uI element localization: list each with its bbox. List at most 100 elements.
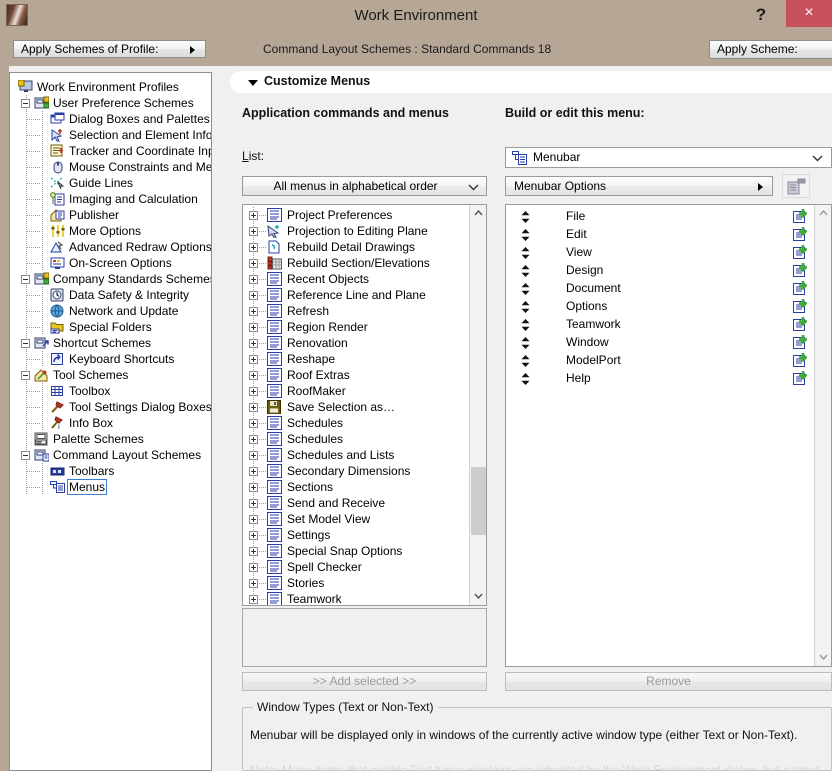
tree-item-advanced-redraw-options[interactable]: Advanced Redraw Options bbox=[10, 239, 211, 255]
menubar-options-button[interactable]: Menubar Options bbox=[505, 176, 773, 196]
menu-import-icon-wrap[interactable] bbox=[793, 369, 808, 385]
tree-item-keyboard-shortcuts[interactable]: Keyboard Shortcuts bbox=[10, 351, 211, 367]
scroll-up-icon[interactable] bbox=[470, 205, 486, 222]
tree-expand-icon[interactable] bbox=[249, 435, 258, 444]
tree-item-more-options[interactable]: More Options bbox=[10, 223, 211, 239]
close-button[interactable]: × bbox=[786, 0, 832, 27]
menu-import-icon-wrap[interactable] bbox=[793, 207, 808, 223]
menu-list-item[interactable]: Design bbox=[506, 261, 816, 279]
tree-expand-icon[interactable] bbox=[249, 211, 258, 220]
tree-item-network-and-update[interactable]: Network and Update bbox=[10, 303, 211, 319]
add-selected-button[interactable]: >> Add selected >> bbox=[242, 672, 487, 691]
tree-expand-icon[interactable] bbox=[249, 419, 258, 428]
menu-import-icon-wrap[interactable] bbox=[793, 261, 808, 277]
tree-expand-icon[interactable] bbox=[249, 499, 258, 508]
reorder-handle[interactable] bbox=[520, 336, 531, 349]
tree-expand-icon[interactable] bbox=[249, 483, 258, 492]
command-list-item[interactable]: Renovation bbox=[243, 335, 471, 351]
menu-import-icon-wrap[interactable] bbox=[793, 279, 808, 295]
tree-expand-icon[interactable] bbox=[249, 531, 258, 540]
command-list-item[interactable]: Recent Objects bbox=[243, 271, 471, 287]
command-list-item[interactable]: Projection to Editing Plane bbox=[243, 223, 471, 239]
apply-schemes-of-profile-button[interactable]: Apply Schemes of Profile: bbox=[13, 40, 206, 58]
tree-expand-icon[interactable] bbox=[249, 243, 258, 252]
tree-collapse-icon[interactable] bbox=[21, 339, 30, 348]
tree-expand-icon[interactable] bbox=[249, 451, 258, 460]
menu-import-icon-wrap[interactable] bbox=[793, 243, 808, 259]
command-list-item[interactable]: Spell Checker bbox=[243, 559, 471, 575]
reorder-handle[interactable] bbox=[520, 318, 531, 331]
tree-expand-icon[interactable] bbox=[249, 387, 258, 396]
command-list-item[interactable]: Reshape bbox=[243, 351, 471, 367]
tree-item-user-preference-schemes[interactable]: User Preference Schemes bbox=[10, 95, 211, 111]
tree-item-work-environment-profiles[interactable]: Work Environment Profiles bbox=[10, 79, 211, 95]
tree-item-guide-lines[interactable]: Guide Lines bbox=[10, 175, 211, 191]
command-list-item[interactable]: Send and Receive bbox=[243, 495, 471, 511]
reorder-handle[interactable] bbox=[520, 264, 531, 277]
command-list-item[interactable]: Rebuild Detail Drawings bbox=[243, 239, 471, 255]
tree-item-shortcut-schemes[interactable]: Shortcut Schemes bbox=[10, 335, 211, 351]
menu-list-item[interactable]: View bbox=[506, 243, 816, 261]
tree-item-toolbox[interactable]: Toolbox bbox=[10, 383, 211, 399]
tree-expand-icon[interactable] bbox=[249, 371, 258, 380]
tree-expand-icon[interactable] bbox=[249, 323, 258, 332]
tree-item-info-box[interactable]: i Info Box bbox=[10, 415, 211, 431]
reorder-handle[interactable] bbox=[520, 282, 531, 295]
tree-item-special-folders[interactable]: Special Folders bbox=[10, 319, 211, 335]
tree-item-publisher[interactable]: Publisher bbox=[10, 207, 211, 223]
help-button[interactable]: ? bbox=[746, 0, 776, 31]
command-list-item[interactable]: Settings bbox=[243, 527, 471, 543]
tree-expand-icon[interactable] bbox=[249, 467, 258, 476]
tree-item-tracker-and-coordinate-inpu[interactable]: Tracker and Coordinate Inpu bbox=[10, 143, 211, 159]
command-list-item[interactable]: Secondary Dimensions bbox=[243, 463, 471, 479]
reorder-handle[interactable] bbox=[520, 300, 531, 313]
command-list-item[interactable]: Stories bbox=[243, 575, 471, 591]
command-list-item[interactable]: Region Render bbox=[243, 319, 471, 335]
menu-list-item[interactable]: Edit bbox=[506, 225, 816, 243]
command-list-item[interactable]: Project Preferences bbox=[243, 207, 471, 223]
command-list-item[interactable]: Sections bbox=[243, 479, 471, 495]
scroll-thumb[interactable] bbox=[471, 467, 486, 535]
tree-expand-icon[interactable] bbox=[249, 515, 258, 524]
menu-list-item[interactable]: Help bbox=[506, 369, 816, 387]
menu-list-item[interactable]: Options bbox=[506, 297, 816, 315]
tree-item-command-layout-schemes[interactable]: Command Layout Schemes bbox=[10, 447, 211, 463]
command-list-item[interactable]: Save Selection as… bbox=[243, 399, 471, 415]
menu-list-item[interactable]: ModelPort bbox=[506, 351, 816, 369]
command-list-filter-select[interactable]: All menus in alphabetical order bbox=[242, 176, 487, 196]
menu-selector[interactable]: Menubar bbox=[505, 147, 832, 168]
menu-list-item[interactable]: Document bbox=[506, 279, 816, 297]
menu-list-item[interactable]: Window bbox=[506, 333, 816, 351]
tree-item-palette-schemes[interactable]: Palette Schemes bbox=[10, 431, 211, 447]
tree-collapse-icon[interactable] bbox=[21, 275, 30, 284]
command-list-item[interactable]: Schedules bbox=[243, 431, 471, 447]
reorder-handle[interactable] bbox=[520, 210, 531, 223]
tree-expand-icon[interactable] bbox=[249, 275, 258, 284]
tree-expand-icon[interactable] bbox=[249, 563, 258, 572]
tree-item-dialog-boxes-and-palettes[interactable]: Dialog Boxes and Palettes bbox=[10, 111, 211, 127]
new-menu-button[interactable] bbox=[782, 174, 810, 198]
command-list-item[interactable]: Refresh bbox=[243, 303, 471, 319]
work-environment-tree[interactable]: Work Environment Profiles User Preferenc… bbox=[9, 72, 212, 771]
reorder-handle[interactable] bbox=[520, 372, 531, 385]
tree-collapse-icon[interactable] bbox=[21, 451, 30, 460]
menu-import-icon-wrap[interactable] bbox=[793, 351, 808, 367]
command-list-item[interactable]: RoofMaker bbox=[243, 383, 471, 399]
tree-expand-icon[interactable] bbox=[249, 291, 258, 300]
command-list-item[interactable]: Rebuild Section/Elevations bbox=[243, 255, 471, 271]
reorder-handle[interactable] bbox=[520, 228, 531, 241]
menu-import-icon-wrap[interactable] bbox=[793, 225, 808, 241]
tree-expand-icon[interactable] bbox=[249, 339, 258, 348]
tree-expand-icon[interactable] bbox=[249, 595, 258, 604]
scroll-down-icon[interactable] bbox=[470, 588, 486, 605]
command-list-item[interactable]: Schedules and Lists bbox=[243, 447, 471, 463]
tree-expand-icon[interactable] bbox=[249, 355, 258, 364]
menu-list-item[interactable]: Teamwork bbox=[506, 315, 816, 333]
tree-item-selection-and-element-inform[interactable]: Selection and Element Inform bbox=[10, 127, 211, 143]
menu-list-scrollbar[interactable] bbox=[814, 205, 831, 666]
scroll-down-icon[interactable] bbox=[815, 649, 831, 666]
tree-expand-icon[interactable] bbox=[249, 307, 258, 316]
tree-item-menus[interactable]: Menus bbox=[10, 479, 211, 495]
command-list-item[interactable]: Roof Extras bbox=[243, 367, 471, 383]
tree-collapse-icon[interactable] bbox=[21, 371, 30, 380]
